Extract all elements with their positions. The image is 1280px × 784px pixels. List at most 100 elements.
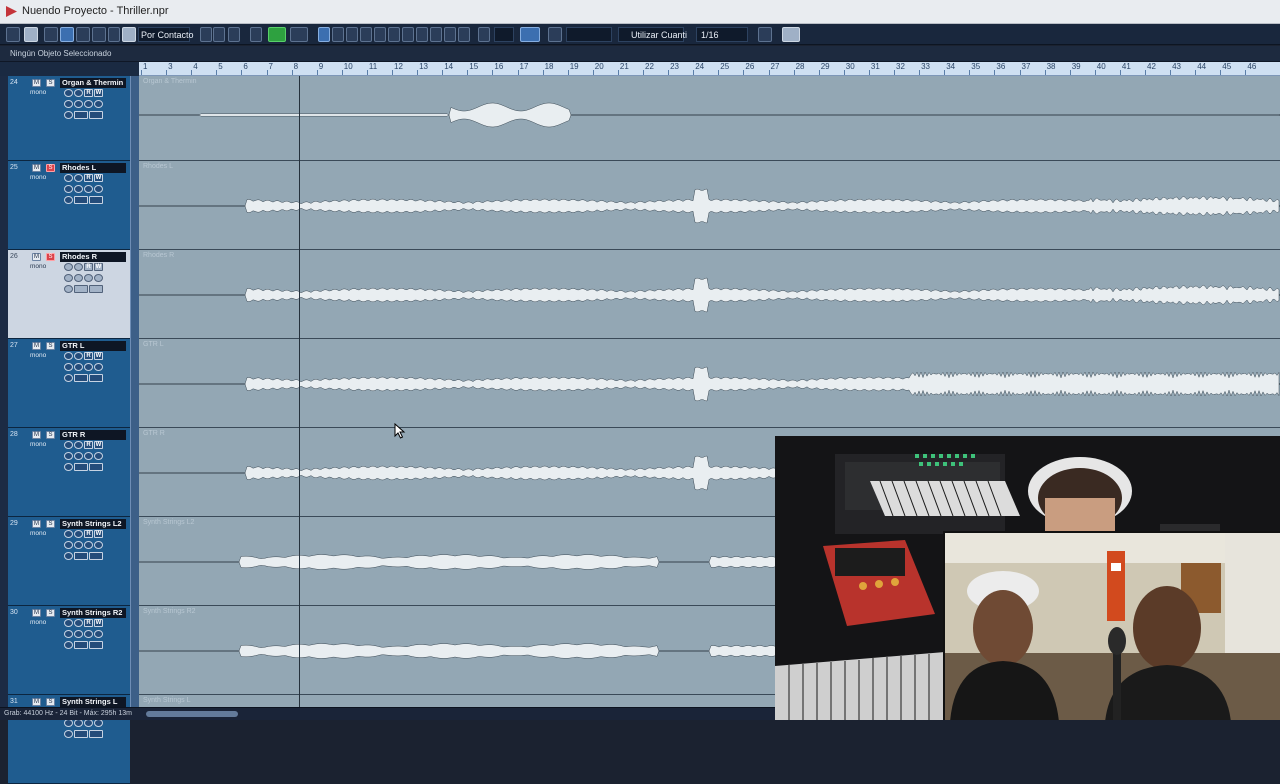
contact-mode-select[interactable]: Por Contacto bbox=[138, 27, 194, 42]
inserts-button[interactable] bbox=[74, 730, 88, 738]
project-cursor[interactable] bbox=[299, 76, 300, 712]
track-name[interactable]: Synth Strings L bbox=[60, 697, 126, 707]
monitor-button[interactable] bbox=[74, 441, 83, 449]
track-header[interactable]: 30 M S Synth Strings R2 mono R W bbox=[8, 606, 130, 695]
audio-event-lane[interactable]: Rhodes L bbox=[139, 161, 1280, 250]
lock-button[interactable] bbox=[84, 363, 93, 371]
mute-button[interactable]: M bbox=[32, 431, 41, 439]
inserts-button[interactable] bbox=[74, 111, 88, 119]
lock-button[interactable] bbox=[84, 100, 93, 108]
freeze-button[interactable] bbox=[64, 111, 73, 119]
read-automation-button[interactable]: R bbox=[84, 619, 93, 627]
inserts-button[interactable] bbox=[74, 552, 88, 560]
split-tool-icon[interactable] bbox=[346, 27, 358, 42]
freeze-button[interactable] bbox=[64, 374, 73, 382]
play-button[interactable] bbox=[268, 27, 286, 42]
freeze-button[interactable] bbox=[64, 285, 73, 293]
show-mixer-button[interactable] bbox=[108, 27, 120, 42]
solo-button[interactable]: S bbox=[46, 342, 55, 350]
edit-channel-button[interactable] bbox=[64, 363, 73, 371]
track-name[interactable]: GTR R bbox=[60, 430, 126, 440]
audio-event-lane[interactable]: GTR L bbox=[139, 339, 1280, 428]
stop-button[interactable] bbox=[250, 27, 262, 42]
edit-channel-button[interactable] bbox=[64, 452, 73, 460]
freeze-button[interactable] bbox=[64, 552, 73, 560]
line-tool-icon[interactable] bbox=[444, 27, 456, 42]
constrain-delay-button[interactable] bbox=[24, 27, 38, 42]
read-automation-button[interactable]: R bbox=[84, 89, 93, 97]
timebase-button[interactable] bbox=[74, 452, 83, 460]
mute-button[interactable]: M bbox=[32, 79, 41, 87]
monitor-button[interactable] bbox=[74, 530, 83, 538]
object-selection-tool-icon[interactable] bbox=[318, 27, 330, 42]
activate-project-button[interactable] bbox=[6, 27, 20, 42]
folder-button[interactable] bbox=[89, 196, 103, 204]
scrollbar-thumb[interactable] bbox=[146, 711, 238, 717]
cycle-button[interactable] bbox=[228, 27, 240, 42]
lanes-button[interactable] bbox=[94, 719, 103, 727]
freeze-button[interactable] bbox=[64, 196, 73, 204]
mute-button[interactable]: M bbox=[32, 609, 41, 617]
snap-to-zero-button[interactable] bbox=[548, 27, 562, 42]
lock-button[interactable] bbox=[84, 185, 93, 193]
read-automation-button[interactable]: R bbox=[84, 441, 93, 449]
folder-button[interactable] bbox=[89, 730, 103, 738]
read-automation-button[interactable]: R bbox=[84, 530, 93, 538]
monitor-button[interactable] bbox=[64, 89, 73, 97]
freeze-button[interactable] bbox=[64, 730, 73, 738]
folder-button[interactable] bbox=[89, 111, 103, 119]
write-automation-button[interactable]: W bbox=[94, 530, 103, 538]
inserts-button[interactable] bbox=[74, 285, 88, 293]
edit-channel-button[interactable] bbox=[64, 100, 73, 108]
monitor-button[interactable] bbox=[64, 263, 73, 271]
monitor-button[interactable] bbox=[74, 352, 83, 360]
solo-button[interactable]: S bbox=[46, 431, 55, 439]
automation-mode-icon[interactable] bbox=[122, 27, 136, 42]
timewarp-tool-icon[interactable] bbox=[416, 27, 428, 42]
track-header[interactable]: 29 M S Synth Strings L2 mono R W bbox=[8, 517, 130, 606]
folder-button[interactable] bbox=[89, 285, 103, 293]
freeze-button[interactable] bbox=[64, 463, 73, 471]
track-name[interactable]: Rhodes R bbox=[60, 252, 126, 262]
write-automation-button[interactable]: W bbox=[94, 352, 103, 360]
snap-button[interactable] bbox=[520, 27, 540, 42]
solo-button[interactable]: S bbox=[46, 253, 55, 261]
timebase-button[interactable] bbox=[74, 185, 83, 193]
folder-button[interactable] bbox=[89, 374, 103, 382]
lanes-button[interactable] bbox=[94, 185, 103, 193]
media-bay-button[interactable] bbox=[782, 27, 800, 42]
quantize-type-select[interactable]: Utilizar Cuanti bbox=[618, 27, 687, 42]
audio-event-lane[interactable]: Organ & Thermin bbox=[139, 76, 1280, 161]
draw-tool-icon[interactable] bbox=[430, 27, 442, 42]
track-name[interactable]: Organ & Thermin bbox=[60, 78, 126, 88]
range-selection-tool-icon[interactable] bbox=[332, 27, 344, 42]
show-infoline-button[interactable] bbox=[60, 27, 74, 42]
write-automation-button[interactable]: W bbox=[94, 619, 103, 627]
freeze-button[interactable] bbox=[64, 641, 73, 649]
mute-button[interactable]: M bbox=[32, 520, 41, 528]
timeline-ruler[interactable]: 1 3 4 5 6 7 8 9 10 11 12 13 14 15 16 17 18 19 20 21 22 23 24 25… bbox=[139, 62, 1280, 76]
grid-type-select[interactable] bbox=[566, 27, 612, 42]
monitor-button[interactable] bbox=[74, 89, 83, 97]
inserts-button[interactable] bbox=[74, 641, 88, 649]
mute-tool-icon[interactable] bbox=[402, 27, 414, 42]
track-name[interactable]: Synth Strings R2 bbox=[60, 608, 126, 618]
mute-button[interactable]: M bbox=[32, 342, 41, 350]
edit-channel-button[interactable] bbox=[64, 185, 73, 193]
show-inspector-button[interactable] bbox=[44, 27, 58, 42]
lanes-button[interactable] bbox=[94, 274, 103, 282]
track-header[interactable]: 25 M S Rhodes L mono R W bbox=[8, 161, 130, 250]
record-button[interactable] bbox=[290, 27, 308, 42]
lanes-button[interactable] bbox=[94, 630, 103, 638]
lock-button[interactable] bbox=[84, 719, 93, 727]
mute-button[interactable]: M bbox=[32, 698, 41, 706]
quantize-value-select[interactable]: 1/16 bbox=[696, 27, 748, 42]
show-overview-button[interactable] bbox=[76, 27, 90, 42]
timebase-button[interactable] bbox=[74, 630, 83, 638]
folder-button[interactable] bbox=[89, 463, 103, 471]
lock-button[interactable] bbox=[84, 452, 93, 460]
solo-button[interactable]: S bbox=[46, 698, 55, 706]
write-automation-button[interactable]: W bbox=[94, 263, 103, 271]
play-tool-icon[interactable] bbox=[458, 27, 470, 42]
lock-button[interactable] bbox=[84, 630, 93, 638]
